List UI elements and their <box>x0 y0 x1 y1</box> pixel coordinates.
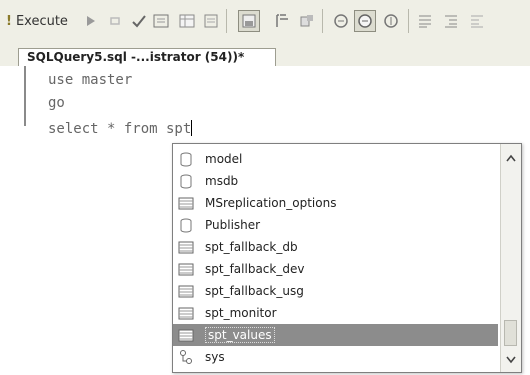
results-file-icon <box>204 14 218 28</box>
include-plan-icon <box>242 14 256 28</box>
indent-button[interactable] <box>440 10 462 32</box>
execute-label: Execute <box>15 13 68 29</box>
schema-icon <box>177 349 195 365</box>
intellisense-item[interactable]: msdb <box>173 170 498 192</box>
intellisense-item-label: spt_values <box>205 327 275 343</box>
scroll-thumb[interactable] <box>504 320 517 346</box>
intellisense-item[interactable]: sys <box>173 346 498 368</box>
chevron-down-icon <box>505 356 516 363</box>
parse-icon <box>153 14 169 28</box>
intellisense-item-label: MSreplication_options <box>205 196 337 210</box>
results-text-icon <box>300 15 313 27</box>
client-stats-button[interactable] <box>380 10 402 32</box>
code-line-1[interactable]: use master <box>48 72 132 88</box>
live-stats-button[interactable] <box>354 10 376 32</box>
intellisense-item-label: sys <box>205 350 225 364</box>
query-toolbar: ! Execute <box>0 0 530 43</box>
toolbar-separator <box>322 9 323 33</box>
intellisense-item[interactable]: spt_fallback_db <box>173 236 498 258</box>
code-line-3[interactable]: select * from spt <box>48 120 193 137</box>
table-icon <box>177 327 195 343</box>
toolbar-separator <box>408 9 409 33</box>
database-icon <box>177 151 195 167</box>
text-caret <box>191 120 193 136</box>
table-icon <box>177 195 195 211</box>
intellisense-item[interactable]: spt_fallback_usg <box>173 280 498 302</box>
stop-button[interactable] <box>104 10 126 32</box>
display-plan-button[interactable] <box>330 10 352 32</box>
intellisense-item-label: spt_fallback_db <box>205 240 298 254</box>
scroll-up-button[interactable] <box>503 150 518 165</box>
indent-icon <box>445 15 457 28</box>
client-stats-icon <box>384 14 398 28</box>
toolbar-separator <box>226 9 227 33</box>
comment-icon <box>419 15 431 28</box>
intellisense-item-label: msdb <box>205 174 239 188</box>
comment-button[interactable] <box>414 10 436 32</box>
play-button[interactable] <box>80 10 102 32</box>
scroll-down-button[interactable] <box>503 352 518 367</box>
parse-check-button[interactable] <box>128 10 150 32</box>
chevron-up-icon <box>505 154 516 161</box>
change-tracking-margin <box>24 66 26 126</box>
stop-icon <box>110 17 120 25</box>
execute-icon: ! <box>6 13 12 29</box>
tab-sqlquery5[interactable]: SQLQuery5.sql -...istrator (54))* <box>18 48 276 66</box>
intellisense-item[interactable]: spt_monitor <box>173 302 498 324</box>
intellisense-list[interactable]: model msdb MSreplication_options Publisher s… <box>172 143 522 373</box>
results-grid-button[interactable] <box>176 10 198 32</box>
intellisense-item-label: spt_monitor <box>205 306 277 320</box>
intellisense-item-label: model <box>205 152 243 166</box>
code-line-2[interactable]: go <box>48 95 65 111</box>
live-stats-icon <box>358 14 372 28</box>
include-plan-button[interactable] <box>238 10 260 32</box>
check-icon <box>132 15 146 28</box>
intellisense-item-label: Publisher <box>205 218 261 232</box>
outdent-icon <box>471 15 483 28</box>
table-icon <box>177 305 195 321</box>
intellisense-item[interactable]: Publisher <box>173 214 498 236</box>
results-file-button[interactable] <box>200 10 222 32</box>
document-tabstrip: SQLQuery5.sql -...istrator (54))* <box>0 42 530 66</box>
play-icon <box>87 16 95 26</box>
table-icon <box>177 283 195 299</box>
outdent-button[interactable] <box>466 10 488 32</box>
database-icon <box>177 173 195 189</box>
results-grid-icon <box>179 14 195 28</box>
intellisense-item[interactable]: spt_values <box>173 324 498 346</box>
execute-button[interactable]: ! Execute <box>6 10 72 32</box>
results-text-button[interactable] <box>296 10 318 32</box>
intellisense-scrollbar[interactable] <box>500 144 521 372</box>
intellisense-item-label: spt_fallback_usg <box>205 284 304 298</box>
query-options-button[interactable] <box>272 10 294 32</box>
intellisense-item[interactable]: MSreplication_options <box>173 192 498 214</box>
table-icon <box>177 261 195 277</box>
display-plan-icon <box>334 14 348 28</box>
intellisense-item[interactable]: model <box>173 148 498 170</box>
code-line-3-text: select * from spt <box>48 121 192 137</box>
intellisense-item[interactable]: spt_fallback_dev <box>173 258 498 280</box>
database-icon <box>177 217 195 233</box>
table-icon <box>177 239 195 255</box>
parse-button[interactable] <box>150 10 172 32</box>
intellisense-item-label: spt_fallback_dev <box>205 262 305 276</box>
query-options-icon <box>276 14 288 27</box>
